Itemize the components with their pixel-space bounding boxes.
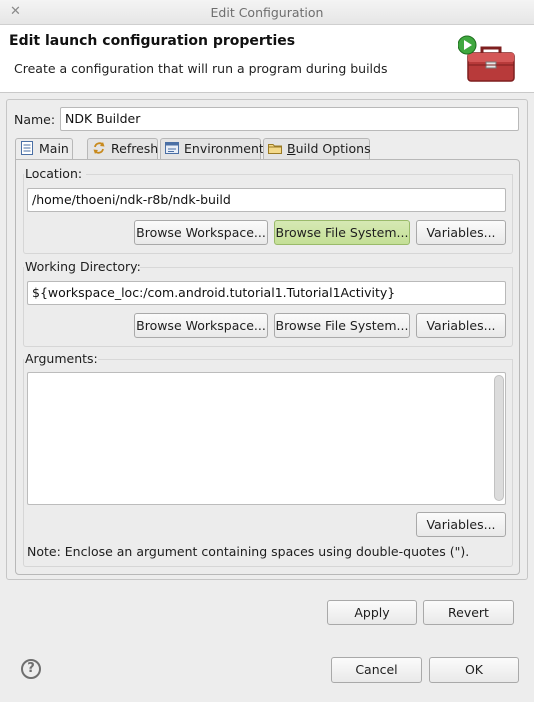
folder-icon bbox=[268, 141, 284, 155]
apply-button[interactable]: Apply bbox=[327, 600, 417, 625]
page-title: Edit launch configuration properties bbox=[9, 33, 296, 49]
toolbox-run-icon bbox=[457, 33, 518, 87]
tab-build-options-label: uild Options bbox=[295, 141, 371, 156]
help-icon[interactable]: ? bbox=[21, 659, 41, 679]
arguments-note: Note: Enclose an argument containing spa… bbox=[27, 544, 470, 559]
window-title: Edit Configuration bbox=[210, 5, 324, 20]
main-tab-icon bbox=[20, 141, 36, 155]
environment-icon bbox=[165, 141, 181, 155]
tab-refresh[interactable]: Refresh bbox=[87, 138, 158, 159]
tab-main[interactable]: Main bbox=[15, 138, 73, 160]
location-variables-button[interactable]: Variables... bbox=[416, 220, 506, 245]
location-field[interactable]: /home/thoeni/ndk-r8b/ndk-build bbox=[27, 188, 506, 212]
working-directory-browse-workspace-button[interactable]: Browse Workspace... bbox=[134, 313, 268, 338]
tab-refresh-label: Refresh bbox=[111, 141, 159, 156]
header-banner: Edit launch configuration properties Cre… bbox=[0, 25, 534, 93]
location-browse-filesystem-button[interactable]: Browse File System... bbox=[274, 220, 410, 245]
tab-build-options[interactable]: Build Options bbox=[263, 138, 371, 159]
tab-build-options-mnemonic: B bbox=[287, 141, 296, 156]
working-directory-browse-filesystem-button[interactable]: Browse File System... bbox=[274, 313, 410, 338]
title-bar: ✕ Edit Configuration bbox=[0, 0, 534, 25]
tab-environment[interactable]: Environment bbox=[160, 138, 264, 159]
cancel-button[interactable]: Cancel bbox=[331, 657, 422, 683]
name-label: Name: bbox=[14, 112, 56, 127]
tab-main-label: Main bbox=[39, 141, 69, 156]
working-directory-field[interactable]: ${workspace_loc:/com.android.tutorial1.T… bbox=[27, 281, 506, 305]
refresh-icon bbox=[92, 141, 108, 155]
ok-button[interactable]: OK bbox=[429, 657, 519, 683]
working-directory-variables-button[interactable]: Variables... bbox=[416, 313, 506, 338]
arguments-variables-button[interactable]: Variables... bbox=[416, 512, 506, 537]
location-browse-workspace-button[interactable]: Browse Workspace... bbox=[134, 220, 268, 245]
tab-environment-label: Environment bbox=[184, 141, 264, 156]
revert-button[interactable]: Revert bbox=[423, 600, 514, 625]
arguments-textarea[interactable] bbox=[27, 372, 506, 505]
page-description: Create a configuration that will run a p… bbox=[14, 61, 388, 76]
arguments-scrollbar[interactable] bbox=[494, 375, 504, 501]
name-field[interactable]: NDK Builder bbox=[60, 107, 519, 131]
